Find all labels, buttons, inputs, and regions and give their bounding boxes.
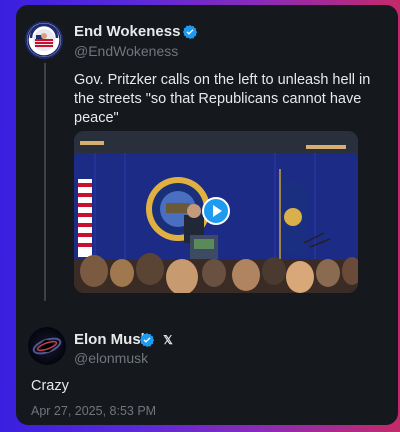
- reply-timestamp[interactable]: Apr 27, 2025, 8:53 PM: [31, 404, 156, 418]
- x-logo-icon: 𝕏: [163, 333, 173, 347]
- author-handle[interactable]: @EndWokeness: [74, 43, 178, 59]
- verified-badge-icon: [139, 333, 155, 347]
- verified-badge-icon: [182, 25, 198, 39]
- reply-author-handle[interactable]: @elonmusk: [74, 350, 148, 366]
- thread-connector-line: [44, 63, 46, 301]
- play-icon[interactable]: [202, 197, 230, 225]
- author-name[interactable]: End Wokeness: [74, 23, 180, 40]
- reply-text: Crazy: [31, 378, 69, 394]
- video-thumbnail[interactable]: [74, 131, 358, 293]
- blackhole-avatar-icon: [32, 337, 62, 355]
- reply-author-name[interactable]: Elon Musk: [74, 331, 149, 348]
- avatar-end-wokeness[interactable]: [25, 21, 63, 59]
- tweet-card: End Wokeness @EndWokeness Gov. Pritzker …: [16, 5, 398, 425]
- post-text: Gov. Pritzker calls on the left to unlea…: [74, 72, 371, 126]
- avatar-elon-musk[interactable]: [28, 327, 66, 365]
- end-wokeness-logo-icon: [27, 23, 61, 57]
